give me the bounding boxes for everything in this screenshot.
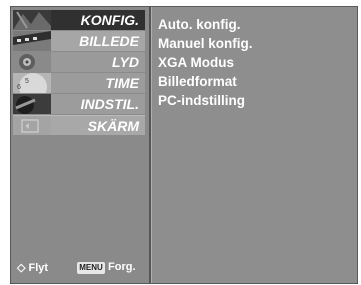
osd-menu-window: KONFIG. BILLEDE LYD 6 5 TIME INDSTIL. SK…: [10, 6, 358, 284]
option-manuel-konfig[interactable]: Manuel konfig.: [158, 35, 253, 53]
menu-item-time[interactable]: 6 5 TIME: [13, 73, 145, 93]
menu-item-skarm[interactable]: SKÄRM: [13, 115, 145, 135]
menu-key-badge: MENU: [77, 262, 105, 274]
menu-item-label: INDSTIL.: [80, 96, 139, 112]
move-label: Flyt: [28, 262, 49, 274]
option-billedformat[interactable]: Billedformat: [158, 73, 237, 91]
svg-text:6: 6: [17, 84, 21, 91]
menu-item-konfig[interactable]: KONFIG.: [13, 10, 145, 30]
picture-thumbnail-icon: [13, 31, 51, 51]
menu-item-label: TIME: [105, 75, 139, 91]
option-auto-konfig[interactable]: Auto. konfig.: [158, 16, 240, 34]
main-menu-panel: KONFIG. BILLEDE LYD 6 5 TIME INDSTIL. SK…: [11, 7, 149, 283]
svg-text:5: 5: [25, 78, 29, 85]
arrow-keys-icon: ◇: [17, 262, 26, 274]
menu-item-label: SKÄRM: [87, 118, 139, 134]
setup-thumbnail-icon: [13, 10, 51, 30]
menu-item-indstil[interactable]: INDSTIL.: [13, 94, 145, 114]
menu-item-label: KONFIG.: [80, 12, 139, 28]
submenu-panel: Auto. konfig. Manuel konfig. XGA Modus B…: [151, 7, 357, 283]
clock-thumbnail-icon: 6 5: [13, 73, 51, 93]
option-xga-modus[interactable]: XGA Modus: [158, 54, 234, 72]
option-pc-indstilling[interactable]: PC-indstilling: [158, 92, 245, 110]
audio-thumbnail-icon: [13, 52, 51, 72]
option-thumbnail-icon: [13, 94, 51, 114]
screen-thumbnail-icon: [13, 116, 51, 135]
back-label: Forg.: [108, 261, 136, 273]
menu-item-lyd[interactable]: LYD: [13, 52, 145, 72]
menu-item-billede[interactable]: BILLEDE: [13, 31, 145, 51]
move-hint: ◇ Flyt: [17, 261, 48, 274]
menu-item-label: LYD: [112, 54, 139, 70]
menu-item-label: BILLEDE: [79, 33, 139, 49]
